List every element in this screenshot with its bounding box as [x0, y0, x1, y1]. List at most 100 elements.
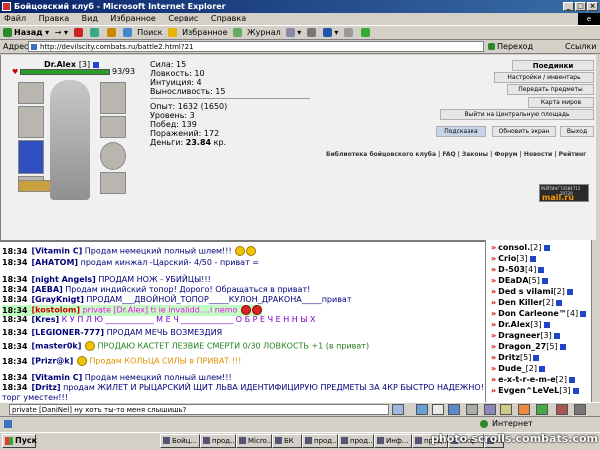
title-bar: Бойцовский клуб - Microsoft Internet Exp…: [0, 0, 600, 13]
user-item[interactable]: » e-x-t-r-e-m-e[2]: [491, 375, 575, 384]
user-item[interactable]: » Don Carleone™[4]: [491, 309, 587, 318]
user-item[interactable]: » Den Killer[2]: [491, 298, 562, 307]
minimize-button[interactable]: _: [563, 2, 574, 11]
close-chat-icon[interactable]: [466, 404, 478, 415]
user-item[interactable]: » Dr.Alex[3]: [491, 320, 550, 329]
go-arrow-icon: [488, 43, 495, 50]
close-button[interactable]: ×: [587, 2, 598, 11]
journal-button[interactable]: Журнал: [233, 26, 281, 40]
internet-zone-icon: [480, 420, 488, 428]
forward-button[interactable]: → ▾: [55, 26, 68, 40]
settings-icon[interactable]: [500, 404, 512, 415]
task-button[interactable]: Бойц...: [160, 434, 200, 448]
log-icon[interactable]: [556, 404, 568, 415]
app-icon: [2, 2, 11, 11]
chat-input[interactable]: private [DaniNel] ну хоть ты-то меня слы…: [9, 404, 389, 415]
menu-tools[interactable]: Сервис: [168, 14, 198, 23]
task-button[interactable]: прод...: [200, 434, 236, 448]
chat-line: 18:34 [АЕВА] Продам индийский топор! Доро…: [2, 285, 311, 294]
mail-icon: [286, 28, 296, 37]
maximize-button[interactable]: □: [575, 2, 586, 11]
chat-line: 18:34 [master0k] ПРОДАЮ КАСТЕТ ЛЕЗВИЕ СМЕ…: [2, 341, 370, 351]
stop-button[interactable]: [73, 26, 85, 40]
menu-help[interactable]: Справка: [211, 14, 246, 23]
filter-icon[interactable]: [448, 404, 460, 415]
discuss-button[interactable]: [343, 26, 355, 40]
send-button[interactable]: [392, 404, 404, 415]
rings-slot[interactable]: [18, 180, 52, 192]
world-map-button[interactable]: Карта миров: [528, 97, 594, 108]
options-icon[interactable]: [574, 404, 586, 415]
edit-button[interactable]: ▾: [323, 26, 338, 40]
menu-favorites[interactable]: Избранное: [110, 14, 155, 23]
info-icon[interactable]: [92, 61, 99, 68]
central-square-button[interactable]: Выйти на Центральную площадь: [440, 109, 594, 120]
sound-icon[interactable]: [484, 404, 496, 415]
gloves-slot[interactable]: [100, 116, 126, 138]
exit-chat-icon[interactable]: [518, 404, 530, 415]
messenger-button[interactable]: [360, 26, 372, 40]
task-button[interactable]: Micro...: [236, 434, 272, 448]
history-icon: [233, 28, 243, 37]
back-button[interactable]: Назад ▾: [3, 26, 49, 40]
refresh-button[interactable]: [90, 26, 101, 40]
user-item[interactable]: » D-503[4]: [491, 265, 545, 274]
address-label: Адрес: [3, 42, 29, 51]
ie-logo-icon: e: [578, 13, 600, 25]
task-button[interactable]: БК: [272, 434, 302, 448]
address-url: http://devilscity.combats.ru/battle2.htm…: [40, 43, 194, 51]
user-list-scrollbar[interactable]: [591, 240, 599, 402]
chat-line: 18:34 [Prizr@k] Продам КОЛЬЦА СИЛЫ в ПРИВ…: [2, 356, 242, 366]
counter-label: РЕЙТИНГ: [541, 186, 560, 191]
mail-button[interactable]: ▾: [286, 26, 301, 40]
user-item[interactable]: » Ded s vilami[2]: [491, 287, 573, 296]
favorites-button[interactable]: Избранное: [168, 26, 228, 40]
menu-edit[interactable]: Правка: [39, 14, 69, 23]
user-item[interactable]: » DEaDA[5]: [491, 276, 548, 285]
home-icon: [106, 28, 116, 37]
address-input[interactable]: http://devilscity.combats.ru/battle2.htm…: [28, 41, 484, 52]
helmet-slot[interactable]: [18, 82, 44, 104]
exp-row: Поражений: 172: [150, 129, 220, 138]
weapon-slot[interactable]: [18, 106, 44, 138]
start-button[interactable]: Пуск: [2, 434, 37, 448]
refresh-chat-icon[interactable]: [536, 404, 548, 415]
task-button[interactable]: прод...: [302, 434, 338, 448]
stop-icon: [73, 28, 83, 37]
armor-slot[interactable]: [18, 140, 44, 174]
boots-slot[interactable]: [100, 172, 126, 194]
character-name[interactable]: Dr.Alex [3]: [44, 60, 99, 69]
task-button[interactable]: Инф...: [374, 434, 412, 448]
settings-inventory-button[interactable]: Настройки / инвентарь: [494, 72, 594, 83]
home-button[interactable]: [106, 26, 118, 40]
hint-button[interactable]: Подсказка: [436, 126, 486, 137]
head-armor-slot[interactable]: [100, 82, 126, 114]
clear-icon[interactable]: [432, 404, 444, 415]
rating-counter[interactable]: РЕЙТИНГ 74584715 20729 mail.ru: [539, 184, 589, 202]
menu-view[interactable]: Вид: [82, 14, 98, 23]
user-item[interactable]: » Dritz[5]: [491, 353, 540, 362]
chat-line: 18:34 [Vitamin C] Продам немецкий полный …: [2, 373, 232, 382]
library-links[interactable]: Библиотека бойцовского клуба | FAQ | Зак…: [326, 151, 586, 158]
search-icon: [123, 28, 133, 37]
links-button[interactable]: Ссылки: [565, 40, 596, 53]
exit-button[interactable]: Выход: [560, 126, 594, 137]
user-item[interactable]: » Crio[3]: [491, 254, 536, 263]
search-button[interactable]: Поиск: [123, 26, 163, 40]
stat-row: Выносливость: 15: [150, 87, 226, 96]
task-button[interactable]: прод...: [338, 434, 374, 448]
menu-file[interactable]: Файл: [4, 14, 26, 23]
refresh-screen-button[interactable]: Обновить экран: [492, 126, 556, 137]
duels-button[interactable]: Поединки: [512, 60, 594, 71]
user-item[interactable]: » consol.[2]: [491, 243, 550, 252]
character-silhouette: [50, 80, 90, 200]
user-item[interactable]: » Dude_[2]: [491, 364, 546, 373]
user-item[interactable]: » Evgen^LeVeL[3]: [491, 386, 579, 395]
user-item[interactable]: » Dragon_27[5]: [491, 342, 566, 351]
go-button[interactable]: Переход: [488, 40, 533, 53]
user-item[interactable]: » Dragneer[3]: [491, 331, 560, 340]
smiles-icon[interactable]: [416, 404, 428, 415]
shield-slot[interactable]: [100, 142, 126, 170]
transfer-items-button[interactable]: Передать предметы: [507, 84, 594, 95]
print-button[interactable]: [306, 26, 318, 40]
